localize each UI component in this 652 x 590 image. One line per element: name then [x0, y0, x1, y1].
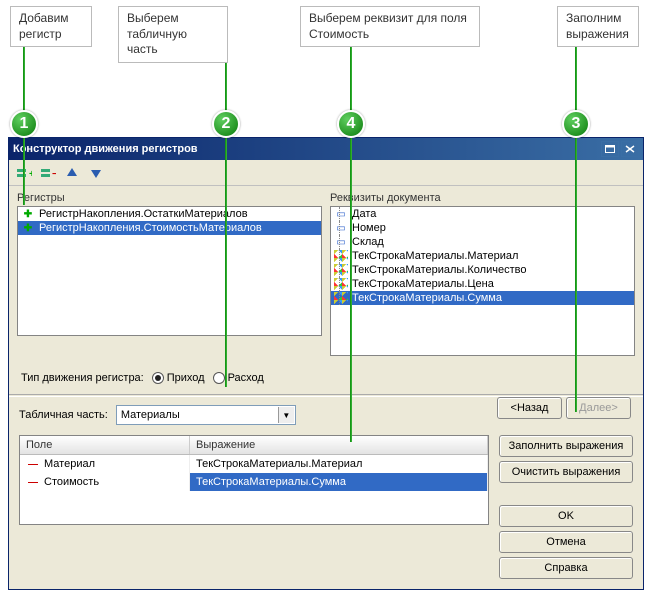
grid-header: Поле Выражение	[20, 436, 488, 455]
move-down-icon[interactable]	[87, 164, 105, 182]
requisite-item[interactable]: ТекСтрокаМатериалы.Цена	[331, 277, 634, 291]
requisite-item-label: ТекСтрокаМатериалы.Материал	[352, 250, 518, 262]
registers-panel: Регистры ✚ РегистрНакопления.ОстаткиМате…	[17, 190, 322, 356]
radio-expense[interactable]: Расход	[213, 372, 264, 384]
tabular-value: Материалы	[121, 409, 180, 421]
field-icon: ▭	[334, 236, 348, 248]
tabular-combo[interactable]: Материалы ▼	[116, 405, 296, 425]
radio-income[interactable]: Приход	[152, 372, 205, 384]
grid-row[interactable]: — Стоимость ТекСтрокаМатериалы.Сумма	[20, 473, 488, 491]
titlebar: Конструктор движения регистров	[9, 138, 643, 160]
col-field[interactable]: Поле	[20, 436, 190, 454]
maximize-icon	[605, 145, 615, 153]
registers-label: Регистры	[17, 190, 322, 206]
register-item[interactable]: ✚ РегистрНакопления.СтоимостьМатериалов	[18, 221, 321, 235]
minus-icon: —	[26, 476, 40, 488]
grid-expr: ТекСтрокаМатериалы.Материал	[196, 458, 362, 470]
requisite-item[interactable]: ▭ Склад	[331, 235, 634, 249]
multi-field-icon	[334, 264, 348, 276]
field-icon: ▭	[334, 208, 348, 220]
requisite-item-label: Дата	[352, 208, 376, 220]
badge-2: 2	[212, 110, 240, 138]
badge-1: 1	[10, 110, 38, 138]
toolbar: + −	[9, 160, 643, 186]
requisite-item-label: ТекСтрокаМатериалы.Количество	[352, 264, 526, 276]
clear-label: Очистить выражения	[512, 466, 621, 478]
back-button-label: <Назад	[511, 402, 549, 414]
registers-list[interactable]: ✚ РегистрНакопления.ОстаткиМатериалов ✚ …	[17, 206, 322, 336]
movement-type-row: Тип движения регистра: Приход Расход	[9, 364, 643, 392]
requisite-item[interactable]: ТекСтрокаМатериалы.Количество	[331, 263, 634, 277]
radio-icon	[152, 372, 164, 384]
callout-line-2	[225, 42, 227, 387]
help-button[interactable]: Справка	[499, 557, 633, 579]
callout-2: Выберемтабличную часть	[118, 6, 228, 63]
expression-grid[interactable]: Поле Выражение — Материал ТекСтрокаМатери…	[19, 435, 489, 525]
requisite-item[interactable]: ТекСтрокаМатериалы.Сумма	[331, 291, 634, 305]
close-icon	[625, 145, 635, 153]
grid-expr: ТекСтрокаМатериалы.Сумма	[196, 476, 346, 488]
ok-button[interactable]: OK	[499, 505, 633, 527]
window-title: Конструктор движения регистров	[13, 143, 198, 155]
tabular-label: Табличная часть:	[19, 409, 108, 421]
requisite-item[interactable]: ▭ Номер	[331, 221, 634, 235]
cancel-button[interactable]: Отмена	[499, 531, 633, 553]
register-item[interactable]: ✚ РегистрНакопления.ОстаткиМатериалов	[18, 207, 321, 221]
requisites-list[interactable]: ▭ Дата ▭ Номер ▭ Склад ТекСтрокаМатериалы.М…	[330, 206, 635, 356]
multi-field-icon	[334, 292, 348, 304]
callout-3: Заполнимвыражения	[557, 6, 639, 47]
badge-3: 3	[562, 110, 590, 138]
ok-label: OK	[558, 510, 574, 522]
badge-4: 4	[337, 110, 365, 138]
register-item-label: РегистрНакопления.СтоимостьМатериалов	[39, 222, 262, 234]
multi-field-icon	[334, 278, 348, 290]
multi-field-icon	[334, 250, 348, 262]
requisite-item-label: ТекСтрокаМатериалы.Цена	[352, 278, 494, 290]
dialog-window: Конструктор движения регистров + − Регис…	[8, 137, 644, 590]
register-item-label: РегистрНакопления.ОстаткиМатериалов	[39, 208, 248, 220]
requisite-item-label: Склад	[352, 236, 384, 248]
field-icon: ▭	[334, 222, 348, 234]
help-label: Справка	[544, 562, 587, 574]
svg-text:−: −	[52, 169, 56, 180]
grid-field: Стоимость	[44, 476, 99, 488]
svg-text:+: +	[29, 169, 32, 180]
next-button-label: Далее>	[579, 402, 618, 414]
maximize-button[interactable]	[601, 141, 619, 157]
callout-1: Добавимрегистр	[10, 6, 92, 47]
callout-line-3	[575, 42, 577, 412]
callout-4: Выберем реквизит для поляСтоимость	[300, 6, 480, 47]
col-expression[interactable]: Выражение	[190, 436, 488, 454]
grid-row[interactable]: — Материал ТекСтрокаМатериалы.Материал	[20, 455, 488, 473]
requisite-item[interactable]: ТекСтрокаМатериалы.Материал	[331, 249, 634, 263]
grid-field: Материал	[44, 458, 95, 470]
minus-icon: —	[26, 458, 40, 470]
requisite-item[interactable]: ▭ Дата	[331, 207, 634, 221]
radio-expense-label: Расход	[228, 372, 264, 384]
callout-line-4	[350, 42, 352, 442]
radio-income-label: Приход	[167, 372, 205, 384]
plus-register-icon: ✚	[21, 208, 35, 220]
clear-expressions-button[interactable]: Очистить выражения	[499, 461, 633, 483]
remove-row-icon[interactable]: −	[39, 164, 57, 182]
plus-register-icon: ✚	[21, 222, 35, 234]
close-button[interactable]	[621, 141, 639, 157]
requisites-panel: Реквизиты документа ▭ Дата ▭ Номер ▭ Склад …	[330, 190, 635, 356]
cancel-label: Отмена	[546, 536, 585, 548]
movement-type-label: Тип движения регистра:	[21, 372, 144, 384]
move-up-icon[interactable]	[63, 164, 81, 182]
requisite-item-label: ТекСтрокаМатериалы.Сумма	[352, 292, 502, 304]
radio-icon	[213, 372, 225, 384]
fill-label: Заполнить выражения	[509, 440, 624, 452]
chevron-down-icon[interactable]: ▼	[278, 407, 294, 423]
requisite-item-label: Номер	[352, 222, 386, 234]
requisites-label: Реквизиты документа	[330, 190, 635, 206]
back-button[interactable]: <Назад	[497, 397, 562, 419]
fill-expressions-button[interactable]: Заполнить выражения	[499, 435, 633, 457]
